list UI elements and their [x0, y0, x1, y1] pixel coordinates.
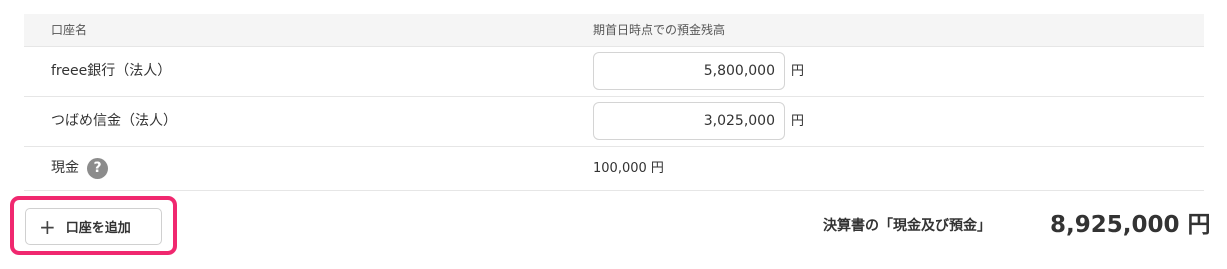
yen-unit: 円: [791, 114, 805, 129]
header-account-name: 口座名: [51, 23, 88, 37]
total-value: 8,925,000 円: [1050, 212, 1211, 238]
add-account-button[interactable]: + 口座を追加: [25, 208, 162, 245]
yen-unit: 円: [791, 64, 805, 79]
help-icon[interactable]: ?: [87, 158, 108, 179]
table-header: 口座名 期首日時点での預金残高: [24, 14, 1204, 47]
cash-amount: 100,000 円: [593, 161, 664, 176]
balance-input[interactable]: [593, 102, 785, 140]
account-name: freee銀行（法人）: [51, 63, 172, 79]
add-account-label: 口座を追加: [65, 221, 131, 236]
header-opening-balance: 期首日時点での預金残高: [593, 23, 726, 37]
table-row: つばめ信金（法人） 円: [24, 97, 1204, 147]
plus-icon: +: [39, 214, 56, 239]
cash-label: 現金: [51, 160, 79, 176]
total-label: 決算書の「現金及び預金」: [823, 218, 991, 234]
account-balance-table: 口座名 期首日時点での預金残高 freee銀行（法人） 円 つばめ信金（法人） …: [24, 14, 1204, 191]
table-row: freee銀行（法人） 円: [24, 47, 1204, 97]
opening-balance-panel: 口座名 期首日時点での預金残高 freee銀行（法人） 円 つばめ信金（法人） …: [0, 0, 1227, 269]
table-row-cash: 現金 ? 100,000 円: [24, 147, 1204, 191]
account-name: つばめ信金（法人）: [51, 113, 177, 129]
balance-input[interactable]: [593, 52, 785, 90]
